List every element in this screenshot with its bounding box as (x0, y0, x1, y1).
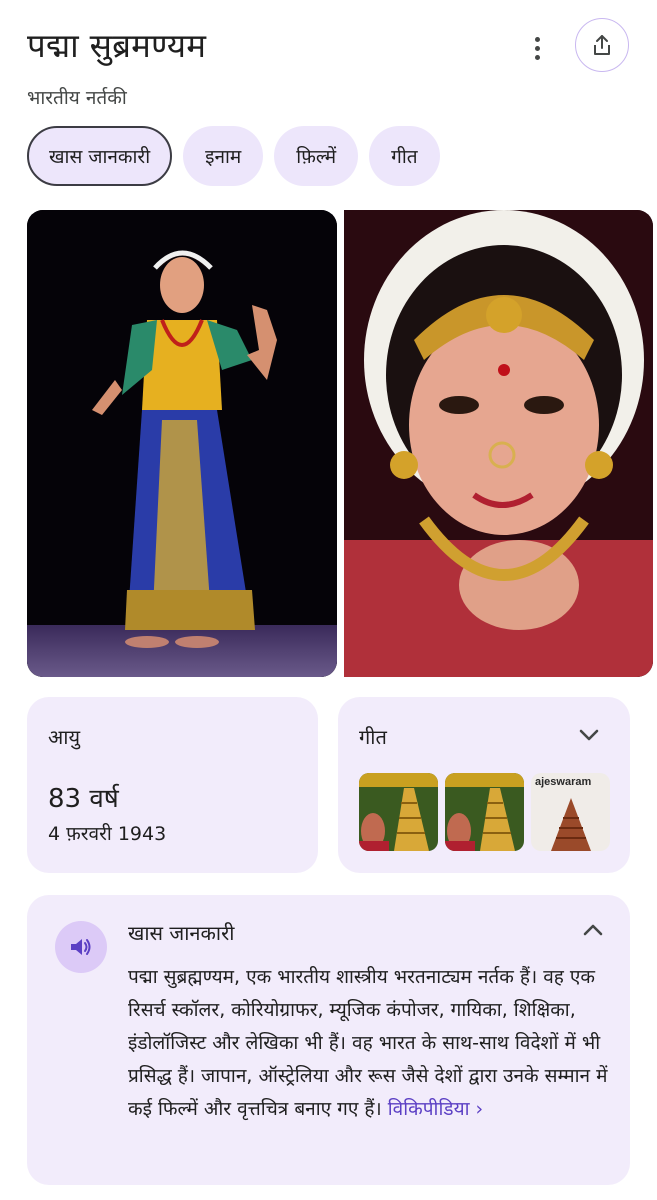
song-thumbnail[interactable] (359, 773, 438, 851)
overview-card: खास जानकारी पद्मा सुब्रह्मण्यम, एक भारती… (27, 895, 630, 1185)
age-label: आयु (48, 725, 81, 749)
tab-songs[interactable]: गीत (369, 126, 440, 186)
age-card[interactable]: आयु 83 वर्ष 4 फ़रवरी 1943 (27, 697, 318, 873)
song-thumbnails: ajeswaram (359, 773, 610, 851)
songs-label: गीत (359, 725, 387, 749)
page-title: पद्मा सुब्रमण्यम (27, 26, 207, 65)
song-thumbnail-caption: ajeswaram (535, 776, 591, 788)
date-of-birth: 4 फ़रवरी 1943 (48, 823, 167, 845)
dancer-stage-photo[interactable] (27, 210, 337, 677)
age-value: 83 वर्ष (48, 784, 119, 814)
overview-label: खास जानकारी (128, 921, 235, 945)
volume-icon (71, 939, 91, 955)
listen-button[interactable] (55, 921, 107, 973)
overview-description: पद्मा सुब्रह्मण्यम, एक भारतीय शास्त्रीय … (128, 961, 618, 1126)
song-thumbnail[interactable]: ajeswaram (531, 773, 610, 851)
more-options-button[interactable] (522, 30, 552, 66)
tab-bar: खास जानकारी इनाम फ़िल्में गीत (27, 126, 440, 186)
share-button[interactable] (575, 18, 629, 72)
tab-awards[interactable]: इनाम (183, 126, 264, 186)
tab-films[interactable]: फ़िल्में (274, 126, 359, 186)
entity-header: पद्मा सुब्रमण्यम भारतीय नर्तकी (0, 0, 657, 120)
wikipedia-link[interactable]: विकिपीडिया › (388, 1098, 483, 1120)
chevron-up-icon[interactable] (580, 920, 606, 940)
more-vert-icon (534, 36, 540, 42)
song-thumbnail[interactable] (445, 773, 524, 851)
overview-text: पद्मा सुब्रह्मण्यम, एक भारतीय शास्त्रीय … (128, 966, 608, 1120)
share-icon (594, 35, 610, 55)
tab-overview[interactable]: खास जानकारी (27, 126, 173, 186)
dancer-portrait-photo[interactable] (344, 210, 653, 677)
songs-card[interactable]: गीत ajeswaram (338, 697, 630, 873)
page-subtitle: भारतीय नर्तकी (27, 87, 127, 109)
chevron-down-icon[interactable] (576, 725, 602, 745)
